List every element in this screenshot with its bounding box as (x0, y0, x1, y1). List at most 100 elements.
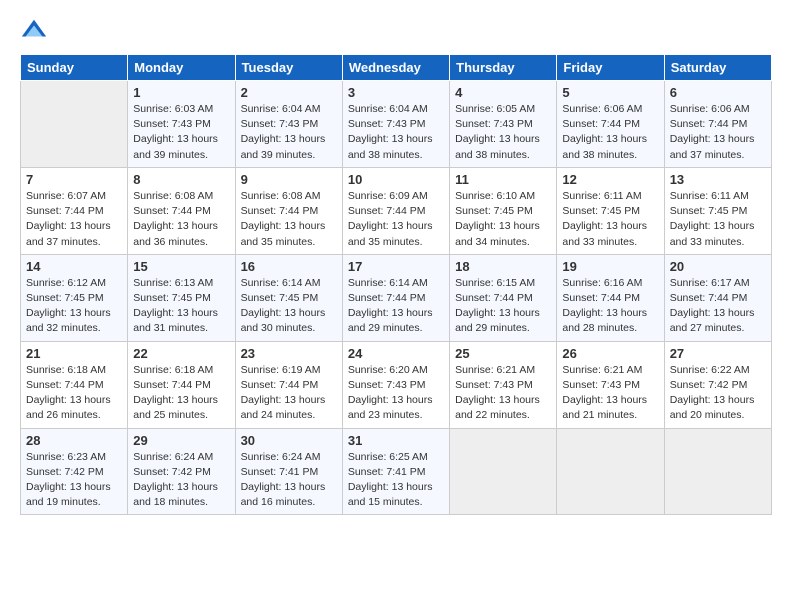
day-number: 1 (133, 85, 229, 100)
day-number: 12 (562, 172, 658, 187)
day-number: 30 (241, 433, 337, 448)
day-info: Sunrise: 6:18 AMSunset: 7:44 PMDaylight:… (133, 363, 229, 424)
day-cell: 30 Sunrise: 6:24 AMSunset: 7:41 PMDayligh… (235, 428, 342, 515)
day-number: 27 (670, 346, 766, 361)
day-cell: 7 Sunrise: 6:07 AMSunset: 7:44 PMDaylight… (21, 167, 128, 254)
day-info: Sunrise: 6:24 AMSunset: 7:41 PMDaylight:… (241, 450, 337, 511)
day-cell: 15 Sunrise: 6:13 AMSunset: 7:45 PMDayligh… (128, 254, 235, 341)
day-number: 18 (455, 259, 551, 274)
day-number: 15 (133, 259, 229, 274)
day-number: 28 (26, 433, 122, 448)
day-cell: 25Sunrise: 6:21 AMSunset: 7:43 PMDayligh… (450, 341, 557, 428)
col-header-sunday: Sunday (21, 55, 128, 81)
day-cell: 23 Sunrise: 6:19 AMSunset: 7:44 PMDayligh… (235, 341, 342, 428)
week-row-4: 28 Sunrise: 6:23 AMSunset: 7:42 PMDayligh… (21, 428, 772, 515)
day-info: Sunrise: 6:21 AMSunset: 7:43 PMDaylight:… (562, 363, 658, 424)
day-number: 19 (562, 259, 658, 274)
day-number: 20 (670, 259, 766, 274)
day-cell (557, 428, 664, 515)
day-cell: 1Sunrise: 6:03 AMSunset: 7:43 PMDaylight… (128, 81, 235, 168)
day-number: 23 (241, 346, 337, 361)
day-number: 17 (348, 259, 444, 274)
day-cell: 20 Sunrise: 6:17 AMSunset: 7:44 PMDayligh… (664, 254, 771, 341)
day-info: Sunrise: 6:08 AMSunset: 7:44 PMDaylight:… (241, 189, 337, 250)
day-info: Sunrise: 6:14 AMSunset: 7:44 PMDaylight:… (348, 276, 444, 337)
day-info: Sunrise: 6:23 AMSunset: 7:42 PMDaylight:… (26, 450, 122, 511)
day-number: 5 (562, 85, 658, 100)
logo-icon (20, 16, 48, 44)
day-info: Sunrise: 6:06 AMSunset: 7:44 PMDaylight:… (670, 102, 766, 163)
day-info: Sunrise: 6:09 AMSunset: 7:44 PMDaylight:… (348, 189, 444, 250)
day-info: Sunrise: 6:15 AMSunset: 7:44 PMDaylight:… (455, 276, 551, 337)
day-cell: 16Sunrise: 6:14 AMSunset: 7:45 PMDayligh… (235, 254, 342, 341)
day-info: Sunrise: 6:12 AMSunset: 7:45 PMDaylight:… (26, 276, 122, 337)
day-info: Sunrise: 6:11 AMSunset: 7:45 PMDaylight:… (562, 189, 658, 250)
week-row-3: 21 Sunrise: 6:18 AMSunset: 7:44 PMDayligh… (21, 341, 772, 428)
day-cell: 12 Sunrise: 6:11 AMSunset: 7:45 PMDayligh… (557, 167, 664, 254)
day-number: 29 (133, 433, 229, 448)
week-row-1: 7 Sunrise: 6:07 AMSunset: 7:44 PMDaylight… (21, 167, 772, 254)
day-number: 4 (455, 85, 551, 100)
day-cell: 26 Sunrise: 6:21 AMSunset: 7:43 PMDayligh… (557, 341, 664, 428)
day-cell: 8 Sunrise: 6:08 AMSunset: 7:44 PMDaylight… (128, 167, 235, 254)
day-number: 8 (133, 172, 229, 187)
day-cell: 9 Sunrise: 6:08 AMSunset: 7:44 PMDaylight… (235, 167, 342, 254)
day-info: Sunrise: 6:25 AMSunset: 7:41 PMDaylight:… (348, 450, 444, 511)
day-cell: 19Sunrise: 6:16 AMSunset: 7:44 PMDayligh… (557, 254, 664, 341)
day-number: 11 (455, 172, 551, 187)
day-info: Sunrise: 6:08 AMSunset: 7:44 PMDaylight:… (133, 189, 229, 250)
day-number: 16 (241, 259, 337, 274)
logo (20, 16, 52, 44)
day-info: Sunrise: 6:13 AMSunset: 7:45 PMDaylight:… (133, 276, 229, 337)
day-cell: 6 Sunrise: 6:06 AMSunset: 7:44 PMDaylight… (664, 81, 771, 168)
col-header-thursday: Thursday (450, 55, 557, 81)
day-info: Sunrise: 6:04 AMSunset: 7:43 PMDaylight:… (241, 102, 337, 163)
day-cell: 14 Sunrise: 6:12 AMSunset: 7:45 PMDayligh… (21, 254, 128, 341)
day-number: 21 (26, 346, 122, 361)
day-info: Sunrise: 6:07 AMSunset: 7:44 PMDaylight:… (26, 189, 122, 250)
day-info: Sunrise: 6:20 AMSunset: 7:43 PMDaylight:… (348, 363, 444, 424)
day-number: 13 (670, 172, 766, 187)
col-header-monday: Monday (128, 55, 235, 81)
day-number: 22 (133, 346, 229, 361)
week-row-2: 14 Sunrise: 6:12 AMSunset: 7:45 PMDayligh… (21, 254, 772, 341)
day-cell: 5 Sunrise: 6:06 AMSunset: 7:44 PMDaylight… (557, 81, 664, 168)
day-cell (664, 428, 771, 515)
day-info: Sunrise: 6:18 AMSunset: 7:44 PMDaylight:… (26, 363, 122, 424)
day-number: 7 (26, 172, 122, 187)
col-header-tuesday: Tuesday (235, 55, 342, 81)
day-cell: 11 Sunrise: 6:10 AMSunset: 7:45 PMDayligh… (450, 167, 557, 254)
day-info: Sunrise: 6:10 AMSunset: 7:45 PMDaylight:… (455, 189, 551, 250)
day-number: 9 (241, 172, 337, 187)
day-number: 10 (348, 172, 444, 187)
day-info: Sunrise: 6:17 AMSunset: 7:44 PMDaylight:… (670, 276, 766, 337)
day-number: 14 (26, 259, 122, 274)
day-info: Sunrise: 6:11 AMSunset: 7:45 PMDaylight:… (670, 189, 766, 250)
calendar-table: SundayMondayTuesdayWednesdayThursdayFrid… (20, 54, 772, 515)
day-cell: 17 Sunrise: 6:14 AMSunset: 7:44 PMDayligh… (342, 254, 449, 341)
day-cell: 10 Sunrise: 6:09 AMSunset: 7:44 PMDayligh… (342, 167, 449, 254)
day-number: 6 (670, 85, 766, 100)
day-cell: 3Sunrise: 6:04 AMSunset: 7:43 PMDaylight… (342, 81, 449, 168)
col-header-friday: Friday (557, 55, 664, 81)
day-cell: 22 Sunrise: 6:18 AMSunset: 7:44 PMDayligh… (128, 341, 235, 428)
day-info: Sunrise: 6:22 AMSunset: 7:42 PMDaylight:… (670, 363, 766, 424)
day-cell: 2Sunrise: 6:04 AMSunset: 7:43 PMDaylight… (235, 81, 342, 168)
day-cell (21, 81, 128, 168)
day-cell: 13 Sunrise: 6:11 AMSunset: 7:45 PMDayligh… (664, 167, 771, 254)
week-row-0: 1Sunrise: 6:03 AMSunset: 7:43 PMDaylight… (21, 81, 772, 168)
day-cell: 27 Sunrise: 6:22 AMSunset: 7:42 PMDayligh… (664, 341, 771, 428)
header (20, 16, 772, 44)
day-info: Sunrise: 6:06 AMSunset: 7:44 PMDaylight:… (562, 102, 658, 163)
day-number: 26 (562, 346, 658, 361)
day-cell: 31 Sunrise: 6:25 AMSunset: 7:41 PMDayligh… (342, 428, 449, 515)
day-number: 31 (348, 433, 444, 448)
page: SundayMondayTuesdayWednesdayThursdayFrid… (0, 0, 792, 612)
day-info: Sunrise: 6:19 AMSunset: 7:44 PMDaylight:… (241, 363, 337, 424)
day-info: Sunrise: 6:05 AMSunset: 7:43 PMDaylight:… (455, 102, 551, 163)
col-header-saturday: Saturday (664, 55, 771, 81)
day-info: Sunrise: 6:04 AMSunset: 7:43 PMDaylight:… (348, 102, 444, 163)
day-number: 24 (348, 346, 444, 361)
day-cell: 29 Sunrise: 6:24 AMSunset: 7:42 PMDayligh… (128, 428, 235, 515)
day-info: Sunrise: 6:24 AMSunset: 7:42 PMDaylight:… (133, 450, 229, 511)
